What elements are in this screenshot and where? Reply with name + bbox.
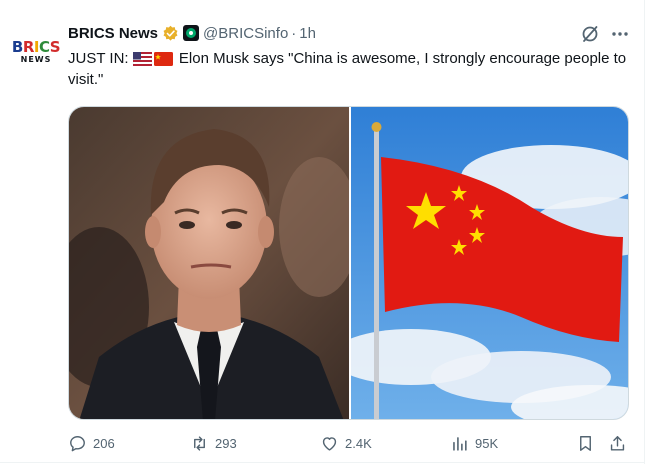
like-button[interactable]: 2.4K — [320, 430, 372, 456]
china-flag-photo[interactable] — [351, 107, 629, 420]
like-icon — [322, 436, 337, 451]
more-icon[interactable] — [610, 24, 630, 44]
china-flag-icon — [153, 52, 173, 66]
repost-count: 293 — [215, 435, 237, 451]
avatar[interactable]: BRICS NEWS — [11, 30, 61, 74]
views-button[interactable]: 95K — [450, 430, 498, 456]
reply-count: 206 — [93, 435, 115, 451]
column-divider — [644, 0, 645, 464]
grok-icon[interactable] — [580, 24, 600, 44]
action-bar: 206 293 2.4K 95K — [68, 430, 634, 456]
separator-dot: · — [291, 24, 297, 42]
repost-button[interactable]: 293 — [190, 430, 237, 456]
repost-icon — [194, 435, 205, 451]
avatar-logo-top: BRICS — [11, 38, 61, 56]
author-display-name[interactable]: BRICS News — [68, 25, 158, 42]
avatar-logo-bottom: NEWS — [20, 55, 52, 64]
author-handle[interactable]: @BRICSinfo — [203, 25, 288, 42]
tweet-text-prefix: JUST IN: — [68, 50, 129, 67]
post-divider — [0, 462, 644, 463]
us-flag-icon — [132, 52, 152, 66]
reply-icon — [70, 435, 85, 451]
bookmark-icon — [580, 435, 591, 451]
views-count: 95K — [475, 435, 499, 451]
like-count: 2.4K — [345, 435, 372, 451]
affiliate-badge-icon[interactable] — [183, 25, 200, 41]
reply-button[interactable]: 206 — [68, 430, 115, 456]
tweet-text: JUST IN: Elon Musk says "China is awesom… — [68, 48, 628, 90]
gold-verified-badge-icon[interactable] — [162, 25, 179, 42]
views-icon — [453, 436, 467, 451]
media-grid[interactable] — [68, 106, 629, 420]
elon-musk-photo[interactable] — [69, 107, 349, 420]
post-timestamp[interactable]: 1h — [299, 25, 316, 42]
tweet-header: BRICS News @BRICSinfo · 1h — [68, 22, 316, 44]
share-icon — [610, 435, 625, 451]
share-button[interactable] — [608, 430, 627, 456]
bookmark-button[interactable] — [576, 430, 595, 456]
